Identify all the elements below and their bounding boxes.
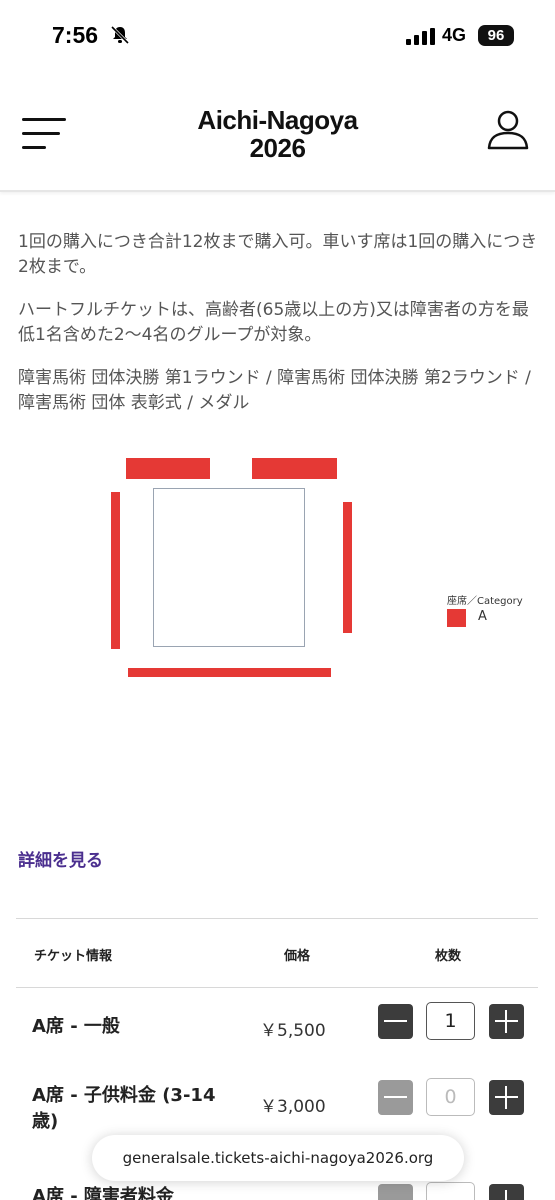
- ticket-price: ￥3,000: [260, 1097, 326, 1117]
- seat-block-bottom[interactable]: [128, 668, 331, 677]
- bell-muted-icon: [110, 25, 130, 45]
- increment-button[interactable]: [489, 1004, 524, 1039]
- header-quantity: 枚数: [435, 949, 462, 964]
- browser-url-bar[interactable]: generalsale.tickets-aichi-nagoya2026.org: [92, 1135, 464, 1181]
- table-row: A席 - 一般 ￥5,500 1: [16, 988, 538, 1076]
- arena-field: [153, 488, 305, 647]
- heartful-ticket-text: ハートフルチケットは、高齢者(65歳以上の方)又は障害者の方を最低1名含めた2～…: [18, 300, 529, 345]
- seat-block-left[interactable]: [111, 492, 120, 649]
- seat-map: 座席／Category A: [100, 450, 540, 690]
- site-header: Aichi-Nagoya 2026: [0, 72, 555, 192]
- network-type: 4G: [442, 25, 467, 45]
- user-account-icon[interactable]: [486, 108, 530, 152]
- quantity-input[interactable]: 1: [426, 1002, 475, 1040]
- status-time: 7:56: [52, 22, 99, 48]
- view-details-link[interactable]: 詳細を見る: [18, 846, 103, 871]
- event-list-text: 障害馬術 団体決勝 第1ラウンド / 障害馬術 団体決勝 第2ラウンド / 障害…: [18, 368, 531, 413]
- table-header: チケット情報 価格 枚数: [16, 919, 538, 988]
- increment-button[interactable]: [489, 1080, 524, 1115]
- ticket-name: A席 - 子供料金 (3-14歳): [32, 1085, 216, 1132]
- legend-label-a: A: [478, 609, 487, 624]
- seat-block-right[interactable]: [343, 502, 352, 633]
- ticket-name: A席 - 障害者料金: [32, 1186, 174, 1200]
- header-price: 価格: [284, 949, 311, 964]
- legend-title: 座席／Category: [447, 596, 523, 607]
- quantity-input[interactable]: 0: [426, 1078, 475, 1116]
- brand-line1: Aichi-Nagoya: [197, 105, 358, 135]
- decrement-button[interactable]: [378, 1080, 413, 1115]
- hamburger-menu-icon[interactable]: [22, 116, 66, 152]
- ticket-price: ￥5,500: [260, 1021, 326, 1041]
- brand-logo[interactable]: Aichi-Nagoya 2026: [150, 106, 405, 162]
- ticket-name: A席 - 一般: [32, 1016, 120, 1037]
- status-bar: 7:56 4G 96: [0, 0, 555, 72]
- quantity-input[interactable]: [426, 1182, 475, 1200]
- signal-icon: [406, 28, 435, 45]
- decrement-button[interactable]: [378, 1184, 413, 1200]
- decrement-button[interactable]: [378, 1004, 413, 1039]
- purchase-limit-text: 1回の購入につき合計12枚まで購入可。車いす席は1回の購入につき2枚まで。: [18, 232, 538, 277]
- legend-swatch-a: [447, 609, 466, 627]
- battery-icon: 96: [478, 25, 514, 46]
- seat-block-top-right[interactable]: [252, 458, 337, 479]
- header-ticket-info: チケット情報: [34, 949, 113, 964]
- increment-button[interactable]: [489, 1184, 524, 1200]
- brand-line2: 2026: [249, 133, 306, 163]
- seat-block-top-left[interactable]: [126, 458, 210, 479]
